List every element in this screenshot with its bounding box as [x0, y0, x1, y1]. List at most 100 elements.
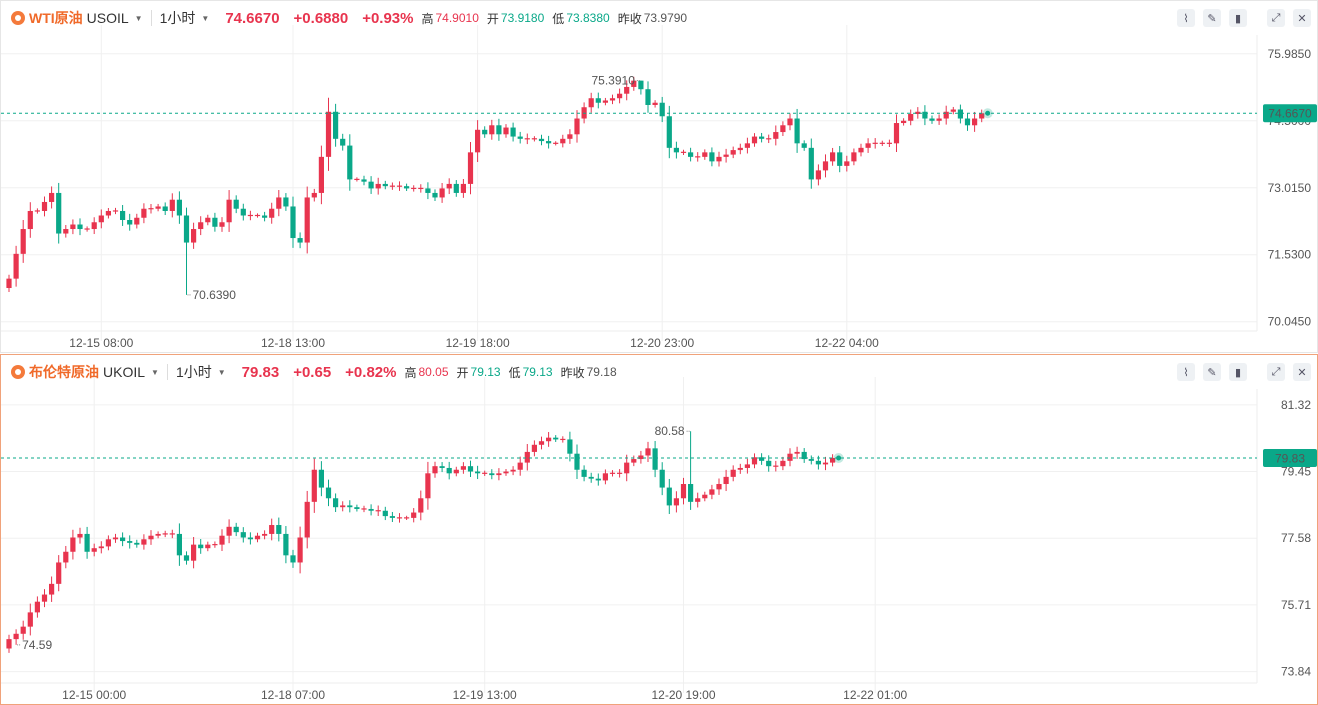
candle-body [127, 541, 133, 543]
candle-body [652, 102, 658, 105]
candle-body [929, 118, 935, 121]
candle-body [340, 505, 346, 508]
candle-body [120, 537, 126, 542]
candle-body [780, 460, 786, 467]
candle-body [162, 206, 168, 211]
candle-body [546, 437, 552, 442]
candle-body [744, 143, 750, 148]
candle-body [439, 188, 445, 198]
x-tick-label: 12-19 13:00 [453, 688, 517, 702]
candle-body [524, 451, 530, 463]
candle-body [588, 98, 594, 108]
candle-body [49, 192, 55, 202]
candle-body [77, 533, 83, 538]
candle-body [510, 127, 516, 137]
candle-body [659, 469, 665, 488]
candle-body [510, 469, 516, 472]
candle-body [560, 138, 566, 144]
candle-body [318, 156, 324, 193]
candle-body [368, 508, 374, 511]
candle-body [645, 89, 651, 105]
candle-body [538, 138, 545, 142]
candle-body [808, 147, 814, 180]
candle-body [972, 118, 978, 126]
candle-body [77, 224, 83, 230]
candle-body [617, 472, 623, 474]
candle-body [169, 199, 175, 211]
candle-body [247, 214, 253, 217]
x-tick-label: 12-20 19:00 [651, 688, 715, 702]
x-tick-label: 12-22 04:00 [815, 336, 879, 350]
candle-body [63, 229, 69, 234]
candle-body [63, 551, 69, 563]
min-annotation-label: 70.6390 [193, 288, 237, 302]
candle-body [418, 498, 424, 513]
candle-body [425, 473, 431, 499]
candle-body [13, 633, 19, 640]
candle-body [709, 489, 715, 495]
candle-body [141, 208, 147, 218]
candle-body [361, 179, 367, 182]
candle-body [680, 151, 687, 153]
candle-body [851, 152, 857, 162]
candle-body [475, 471, 481, 474]
candle-body [325, 111, 332, 157]
candle-body [553, 142, 559, 144]
candle-body [936, 118, 942, 121]
candle-body [247, 537, 253, 540]
candle-body [609, 98, 616, 101]
candle-body [347, 505, 353, 508]
candle-body [709, 152, 715, 162]
candle-body [652, 448, 658, 470]
candle-body [198, 544, 204, 549]
candle-body [56, 192, 62, 234]
x-tick-label: 12-18 13:00 [261, 336, 325, 350]
candle-body [233, 199, 239, 209]
candle-body [283, 533, 289, 556]
candle-body [638, 455, 644, 460]
candle-body [460, 466, 466, 470]
candle-body [730, 469, 736, 477]
candle-body [815, 460, 821, 465]
current-price-tag-label: 79.83 [1275, 451, 1305, 465]
candle-body [27, 210, 33, 230]
candle-body [368, 181, 374, 189]
candle-body [638, 80, 644, 90]
candle-body [254, 535, 261, 540]
candle-body [98, 546, 104, 549]
candle-body [680, 484, 687, 499]
candle-body [901, 120, 907, 124]
candle-body [276, 525, 282, 534]
candle-body [624, 462, 630, 474]
candle-body [666, 487, 672, 506]
candle-body [6, 639, 12, 649]
candle-body [49, 583, 55, 595]
candle-body [723, 154, 729, 157]
brent-candlestick-chart[interactable]: 73.8475.7177.5879.4581.3212-15 00:00 12-1… [1, 355, 1317, 704]
candle-body [91, 548, 97, 552]
candle-body [695, 498, 701, 502]
candle-body [695, 156, 701, 158]
wti-candlestick-chart[interactable]: 70.045071.530073.015074.500075.985012-15… [1, 1, 1317, 352]
candle-body [411, 512, 417, 518]
candle-body [98, 215, 104, 223]
candle-body [13, 253, 19, 279]
candle-body [645, 448, 651, 456]
candle-body [766, 460, 772, 467]
min-annotation-label: 74.59 [22, 638, 52, 652]
candle-body [347, 145, 353, 180]
candle-body [205, 217, 211, 223]
candle-body [482, 129, 488, 135]
candle-body [283, 197, 289, 207]
x-tick-label: 12-20 23:00 [630, 336, 694, 350]
candle-body [226, 526, 232, 536]
candle-body [602, 100, 608, 103]
candle-body [787, 118, 793, 126]
y-tick-label: 71.5300 [1268, 248, 1312, 262]
candle-body [432, 192, 438, 198]
wti-chart-panel: WTI原油 USOIL ▼ 1小时 ▼ 74.6670 +0.6880 +0.9… [0, 0, 1318, 353]
candle-body [624, 86, 630, 94]
candle-body [290, 555, 296, 563]
candle-body [716, 484, 722, 490]
candle-body [787, 453, 793, 461]
